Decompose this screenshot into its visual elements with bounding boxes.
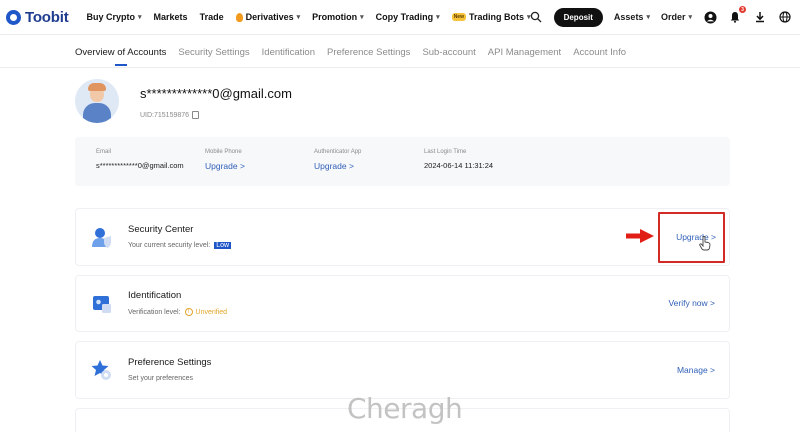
chevron-down-icon: ▾ bbox=[646, 14, 650, 21]
user-id: UID:715159876 bbox=[140, 111, 200, 119]
account-tabs: Overview of Accounts Security Settings I… bbox=[75, 47, 626, 66]
hand-cursor-icon bbox=[699, 236, 711, 251]
tab-overview-of-accounts[interactable]: Overview of Accounts bbox=[75, 47, 166, 66]
fire-icon bbox=[235, 12, 243, 22]
chevron-down-icon: ▾ bbox=[436, 14, 440, 21]
header-divider bbox=[0, 34, 800, 35]
account-summary: Email s*************0@gmail.com Mobile P… bbox=[75, 137, 730, 186]
nav-item-promotion[interactable]: Promotion ▾ bbox=[312, 12, 364, 22]
avatar-hair bbox=[88, 83, 106, 91]
nav-item-derivatives[interactable]: Derivatives ▾ bbox=[235, 12, 301, 22]
new-badge: New bbox=[451, 13, 466, 21]
deposit-button[interactable]: Deposit bbox=[553, 7, 603, 27]
globe-icon[interactable] bbox=[778, 10, 792, 24]
tab-identification[interactable]: Identification bbox=[262, 47, 315, 66]
avatar[interactable] bbox=[75, 79, 119, 123]
preference-settings-title: Preference Settings bbox=[128, 357, 212, 368]
mobile-phone-label: Mobile Phone bbox=[205, 149, 242, 155]
main-menu: Buy Crypto ▾ Markets Trade Derivatives ▾… bbox=[87, 12, 531, 22]
nav-item-markets[interactable]: Markets bbox=[154, 12, 188, 22]
assets-menu[interactable]: Assets ▾ bbox=[614, 12, 650, 22]
authenticator-label: Authenticator App bbox=[314, 149, 362, 155]
nav-item-label: Derivatives bbox=[245, 12, 294, 22]
order-menu[interactable]: Order ▾ bbox=[661, 12, 692, 22]
security-level-row: Your current security level: Low bbox=[128, 242, 232, 249]
email-label: Email bbox=[96, 149, 112, 155]
tab-preference-settings[interactable]: Preference Settings bbox=[327, 47, 410, 66]
tab-api-management[interactable]: API Management bbox=[488, 47, 561, 66]
uid-text: UID:715159876 bbox=[140, 111, 190, 119]
brand-logo[interactable]: Toobit bbox=[6, 9, 69, 26]
verification-status-text: Unverified bbox=[195, 308, 228, 316]
identification-card: Identification Verification level: ! Unv… bbox=[75, 275, 730, 332]
preference-settings-subtitle: Set your preferences bbox=[128, 375, 193, 382]
chevron-down-icon: ▾ bbox=[296, 14, 301, 21]
chevron-down-icon: ▾ bbox=[360, 14, 364, 21]
email-value: s*************0@gmail.com bbox=[96, 161, 184, 170]
copy-icon[interactable] bbox=[192, 111, 200, 119]
nav-item-label: Trading Bots bbox=[468, 12, 524, 22]
tabs-divider bbox=[0, 67, 800, 68]
star-settings-icon bbox=[90, 358, 114, 382]
identification-title: Identification bbox=[128, 290, 182, 301]
chevron-down-icon: ▾ bbox=[138, 14, 142, 21]
bell-icon[interactable]: 3 bbox=[728, 6, 746, 24]
security-level-value: Low bbox=[214, 242, 232, 249]
chevron-down-icon: ▾ bbox=[688, 14, 692, 21]
nav-item-label: Promotion bbox=[312, 12, 358, 22]
nav-item-label: Buy Crypto bbox=[86, 12, 136, 22]
nav-item-label: Markets bbox=[153, 12, 188, 22]
mobile-phone-info: Mobile Phone Upgrade > bbox=[205, 149, 245, 171]
tab-account-info[interactable]: Account Info bbox=[573, 47, 626, 66]
watermark: Cheragh bbox=[347, 392, 463, 425]
preference-settings-card: Preference Settings Set your preferences… bbox=[75, 341, 730, 399]
red-arrow-icon bbox=[626, 229, 654, 243]
order-label: Order bbox=[660, 12, 686, 22]
search-icon[interactable] bbox=[529, 10, 543, 24]
tab-security-settings[interactable]: Security Settings bbox=[178, 47, 249, 66]
last-login-info: Last Login Time 2024-06-14 11:31:24 bbox=[424, 149, 493, 170]
verification-level-label: Verification level: bbox=[128, 308, 181, 316]
account-email: s*************0@gmail.com bbox=[140, 86, 292, 101]
verification-level-row: Verification level: ! Unverified bbox=[128, 308, 227, 316]
last-login-value: 2024-06-14 11:31:24 bbox=[424, 161, 494, 170]
nav-item-buy-crypto[interactable]: Buy Crypto ▾ bbox=[87, 12, 142, 22]
header-actions: Deposit Assets ▾ Order ▾ 3 bbox=[529, 0, 792, 34]
nav-item-trade[interactable]: Trade bbox=[200, 12, 224, 22]
download-icon[interactable] bbox=[753, 10, 767, 24]
email-info: Email s*************0@gmail.com bbox=[96, 149, 184, 170]
toobit-logo-icon bbox=[6, 9, 21, 25]
authenticator-upgrade-link[interactable]: Upgrade > bbox=[314, 161, 361, 171]
notification-count: 3 bbox=[739, 6, 746, 13]
avatar-body bbox=[83, 103, 111, 123]
mobile-phone-upgrade-link[interactable]: Upgrade > bbox=[205, 161, 245, 171]
last-login-label: Last Login Time bbox=[424, 149, 467, 155]
nav-item-label: Trade bbox=[199, 12, 224, 22]
security-level-label: Your current security level: bbox=[128, 242, 211, 249]
top-navigation: Toobit Buy Crypto ▾ Markets Trade Deriva… bbox=[0, 0, 800, 34]
nav-item-label: Copy Trading bbox=[375, 12, 434, 22]
upgrade-highlight-box bbox=[658, 212, 725, 263]
user-icon[interactable] bbox=[703, 10, 717, 24]
authenticator-info: Authenticator App Upgrade > bbox=[314, 149, 361, 171]
warning-icon: ! bbox=[184, 308, 193, 316]
manage-preferences-link[interactable]: Manage > bbox=[677, 365, 715, 375]
nav-item-trading-bots[interactable]: New Trading Bots ▾ bbox=[451, 12, 531, 22]
security-center-title: Security Center bbox=[128, 224, 194, 235]
security-shield-icon bbox=[90, 225, 114, 249]
tab-sub-account[interactable]: Sub-account bbox=[422, 47, 475, 66]
verify-now-link[interactable]: Verify now > bbox=[668, 298, 715, 308]
nav-item-copy-trading[interactable]: Copy Trading ▾ bbox=[376, 12, 440, 22]
assets-label: Assets bbox=[613, 12, 644, 22]
verification-status: ! Unverified bbox=[184, 308, 228, 316]
brand-name: Toobit bbox=[25, 8, 69, 26]
id-card-icon bbox=[90, 292, 114, 316]
